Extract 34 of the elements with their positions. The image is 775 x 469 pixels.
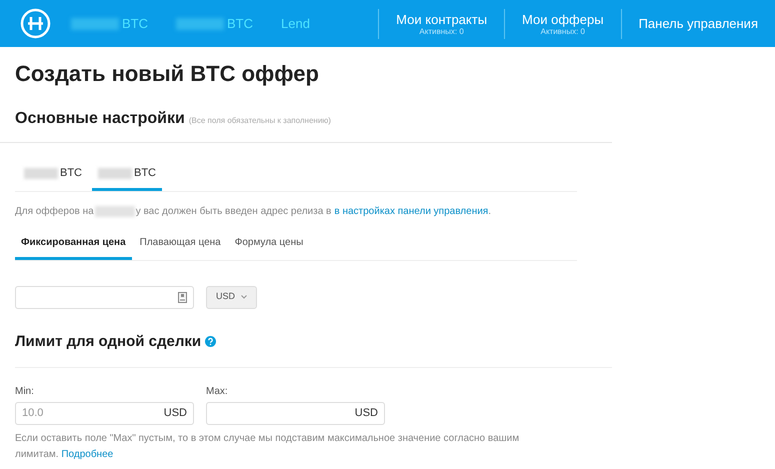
calculator-icon — [178, 292, 187, 302]
price-tab[interactable]: Формула цены — [228, 234, 310, 260]
min-input-field[interactable]: 10.0 USD — [15, 402, 194, 425]
nav-menu-label: Панель управления — [638, 16, 758, 31]
active-count: Активных: 0 — [540, 26, 585, 36]
unit-label: USD — [164, 406, 187, 422]
max-input-field[interactable]: USD — [206, 402, 385, 425]
help-icon[interactable] — [205, 336, 216, 348]
nav-menu-label: Мои офферы — [522, 12, 604, 26]
active-count: Активных: 0 — [419, 26, 464, 36]
period-text: . — [488, 204, 492, 218]
trade-tab[interactable]: BTC — [92, 165, 162, 190]
min-label: Min: — [15, 385, 35, 399]
page-title: Создать новый BTC оффер — [15, 61, 320, 87]
notice-text: Для офферов на — [15, 204, 94, 218]
nav-menu-label: Мои контракты — [396, 12, 488, 26]
required-note: (Все поля обязательны к заполнению) — [188, 115, 331, 127]
settings-link[interactable]: в настройках панели управления — [334, 204, 488, 218]
more-link[interactable]: Подробнее — [61, 449, 114, 460]
logo-icon — [20, 8, 51, 39]
field-value: 10.0 — [22, 406, 44, 422]
price-input-field[interactable] — [15, 286, 194, 308]
notice-text: у вас должен быть введен адрес релиза в — [136, 204, 332, 218]
trade-tab[interactable]: BTC — [18, 165, 88, 190]
limit-hint: Если оставить поле "Max" пустым, то в этом случае мы подставим максимальное значение согласно вашим лимитам. Подробнее — [15, 432, 520, 462]
chevron-icon — [241, 295, 247, 299]
limit-title: Лимит для одной сделки — [15, 332, 202, 352]
section-title: Основные настройки — [15, 109, 185, 129]
price-tab[interactable]: Фиксированная цена — [15, 234, 132, 260]
price-tab[interactable]: Плавающая цена — [134, 234, 227, 260]
max-label: Max: — [206, 385, 229, 399]
redacted-blur — [94, 206, 135, 216]
unit-label: USD — [354, 406, 378, 422]
currency-select[interactable]: USD — [206, 286, 257, 308]
